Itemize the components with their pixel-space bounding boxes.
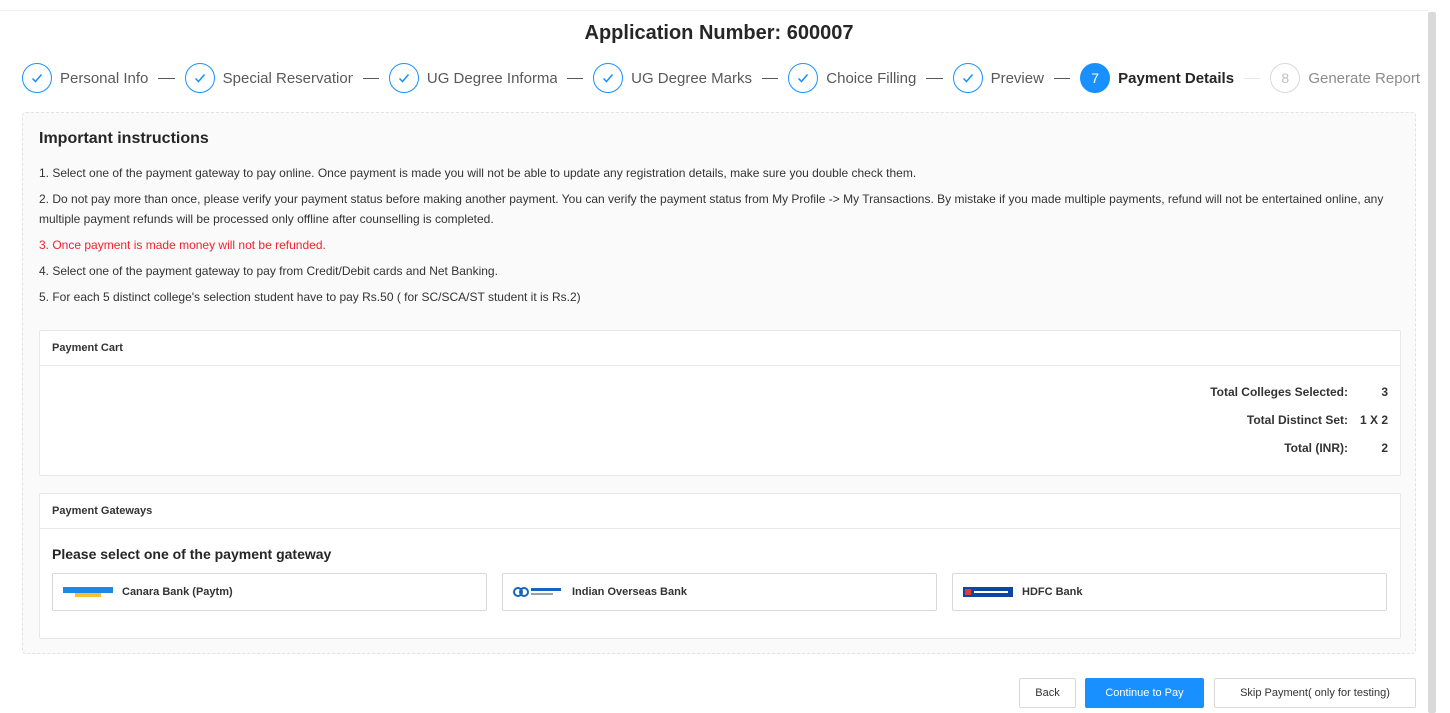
step-connector <box>1244 77 1261 79</box>
step-connector <box>362 77 379 79</box>
instruction-item: 2. Do not pay more than once, please ver… <box>39 192 1384 226</box>
check-icon <box>184 63 215 93</box>
payment-gateways-card: Payment Gateways Please select one of th… <box>39 493 1401 639</box>
payment-cart-header: Payment Cart <box>40 331 1400 366</box>
step-connector <box>762 77 779 79</box>
continue-to-pay-button[interactable]: Continue to Pay <box>1085 678 1204 708</box>
gateway-option-iob[interactable]: Indian Overseas Bank <box>502 573 937 611</box>
instruction-item: 1. Select one of the payment gateway to … <box>39 166 917 180</box>
cart-label: Total Distinct Set: <box>1246 413 1348 427</box>
step-label: Special Reservation <box>222 69 353 87</box>
step-ug-degree-information[interactable]: UG Degree Information <box>388 63 593 93</box>
check-icon <box>388 63 419 93</box>
step-personal-info[interactable]: Personal Info <box>22 63 185 93</box>
instruction-item-warning: 3. Once payment is made money will not b… <box>39 238 326 252</box>
cart-label: Total Colleges Selected: <box>1210 385 1348 399</box>
hdfc-bank-logo-icon <box>963 587 1013 597</box>
step-connector <box>926 77 943 79</box>
check-icon <box>593 63 624 93</box>
step-number: 8 <box>1270 63 1301 93</box>
step-label: Personal Info <box>60 69 149 87</box>
cart-row: Total Distinct Set: 1 X 2 <box>1247 413 1388 427</box>
gateway-option-canara[interactable]: Canara Bank (Paytm) <box>52 573 487 611</box>
steps-bar: Personal Info Special Reservation UG Deg… <box>22 62 1420 94</box>
page-scrollbar[interactable] <box>1428 12 1436 713</box>
check-icon <box>952 63 983 93</box>
skip-payment-button[interactable]: Skip Payment( only for testing) <box>1214 678 1416 708</box>
step-generate-report[interactable]: 8 Generate Report <box>1270 63 1420 93</box>
step-label: Choice Filling <box>826 69 917 87</box>
instruction-item: 4. Select one of the payment gateway to … <box>39 264 498 278</box>
step-connector <box>1053 77 1071 79</box>
step-number: 7 <box>1080 63 1111 93</box>
page-title: Application Number: 600007 <box>584 22 854 44</box>
cart-value: 1 X 2 <box>1359 413 1388 427</box>
gateway-label: Canara Bank (Paytm) <box>122 586 233 598</box>
cart-label: Total (INR): <box>1284 441 1348 455</box>
step-label: UG Degree Information <box>426 69 557 87</box>
canara-bank-logo-icon <box>63 587 113 597</box>
instructions-panel: Important instructions 1. Select one of … <box>22 112 1416 654</box>
step-special-reservation[interactable]: Special Reservation <box>184 63 389 93</box>
cart-row: Total Colleges Selected: 3 <box>1210 385 1388 399</box>
gateway-label: Indian Overseas Bank <box>572 586 687 598</box>
gateway-select-title: Please select one of the payment gateway <box>52 546 332 562</box>
iob-logo-icon <box>513 585 563 599</box>
instructions-list: 1. Select one of the payment gateway to … <box>39 163 1405 313</box>
step-payment-details[interactable]: 7 Payment Details <box>1080 63 1270 93</box>
step-ug-degree-marks[interactable]: UG Degree Marks <box>593 63 788 93</box>
check-icon <box>788 63 819 93</box>
payment-gateways-header: Payment Gateways <box>40 494 1400 529</box>
back-button[interactable]: Back <box>1019 678 1076 708</box>
cart-value: 2 <box>1381 441 1388 455</box>
gateway-label: HDFC Bank <box>1022 586 1083 598</box>
step-label: Generate Report <box>1308 69 1421 87</box>
step-label: Payment Details <box>1118 69 1235 87</box>
instruction-item: 5. For each 5 distinct college's selecti… <box>39 290 581 304</box>
gateway-option-hdfc[interactable]: HDFC Bank <box>952 573 1387 611</box>
cart-row: Total (INR): 2 <box>1284 441 1388 455</box>
step-connector <box>158 77 175 79</box>
step-preview[interactable]: Preview <box>952 63 1081 93</box>
step-connector <box>566 77 584 79</box>
top-divider <box>0 10 1428 11</box>
instructions-heading: Important instructions <box>39 130 209 147</box>
step-label: UG Degree Marks <box>631 69 753 87</box>
payment-cart-card: Payment Cart Total Colleges Selected: 3 … <box>39 330 1401 476</box>
check-icon <box>22 63 52 93</box>
step-label: Preview <box>990 69 1044 87</box>
cart-value: 3 <box>1381 385 1388 399</box>
step-choice-filling[interactable]: Choice Filling <box>788 63 952 93</box>
